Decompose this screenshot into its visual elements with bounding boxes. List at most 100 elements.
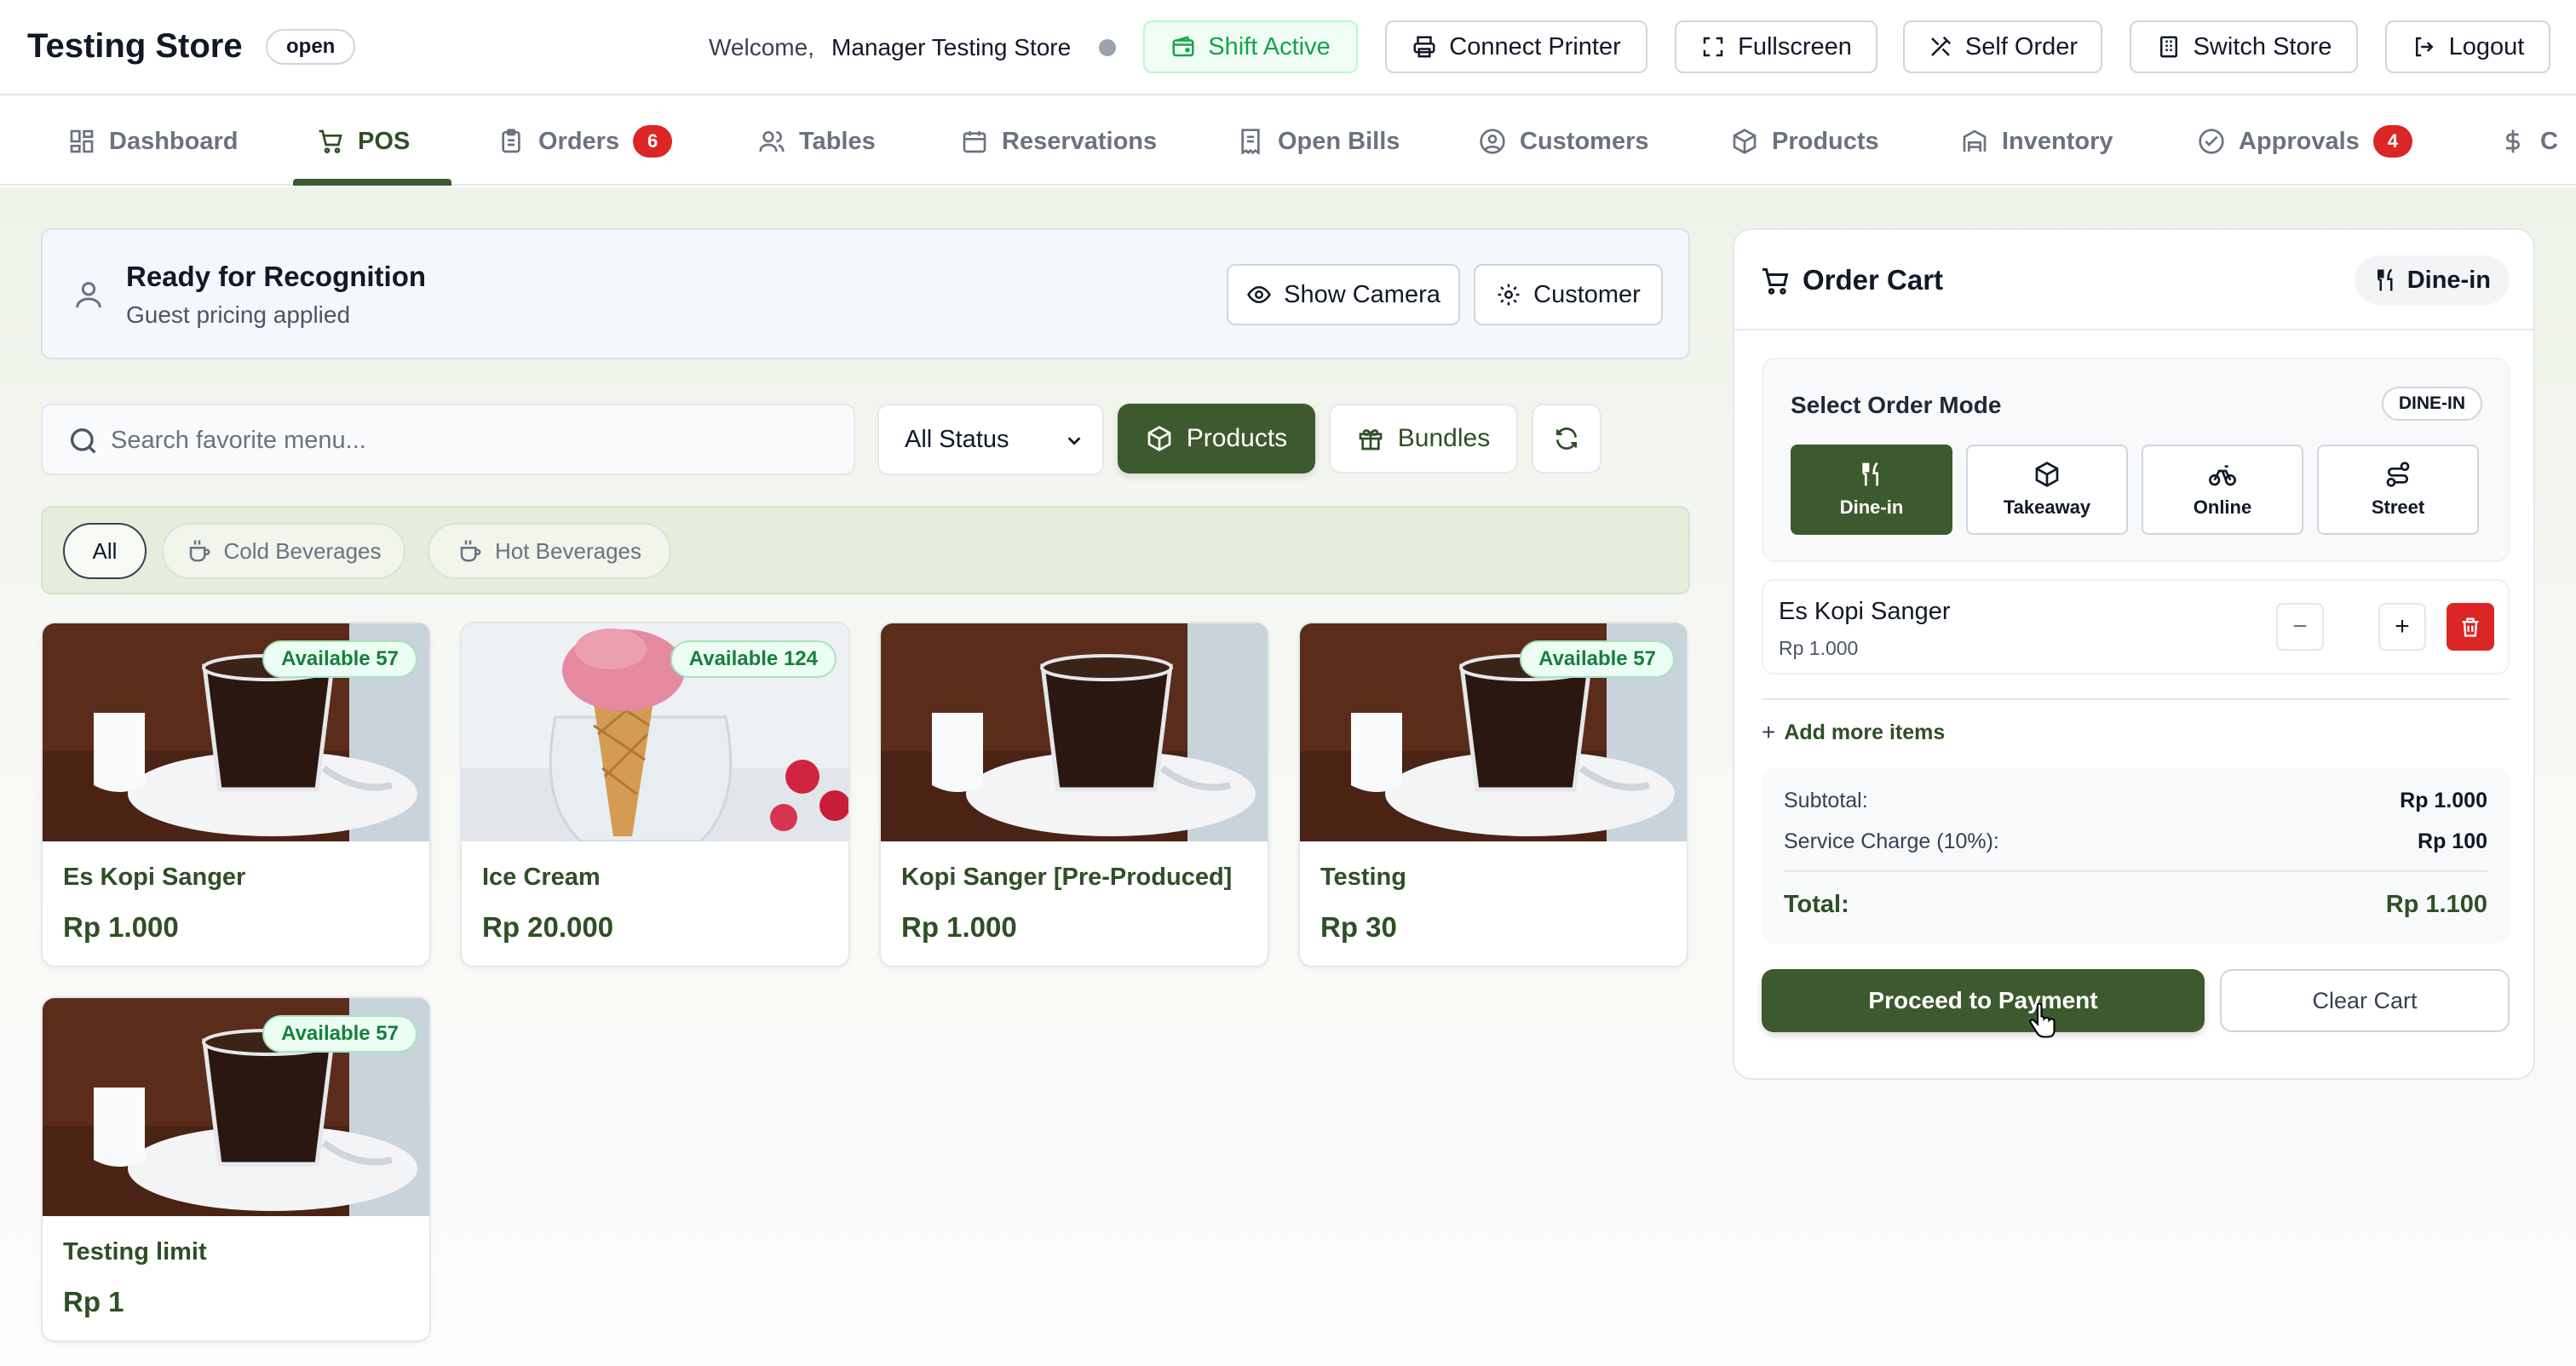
increase-quantity-button[interactable]: + bbox=[2378, 603, 2426, 651]
connect-printer-label: Connect Printer bbox=[1449, 32, 1621, 60]
welcome-text: Welcome, bbox=[709, 34, 814, 60]
add-more-items-link[interactable]: + Add more items bbox=[1762, 719, 1945, 746]
category-cold-label: Cold Beverages bbox=[223, 537, 382, 564]
eye-icon bbox=[1247, 285, 1272, 304]
availability-badge: Available 57 bbox=[1520, 640, 1675, 678]
total-label: Total: bbox=[1784, 891, 1849, 918]
category-all[interactable]: All bbox=[63, 523, 147, 579]
connect-printer-button[interactable]: Connect Printer bbox=[1385, 20, 1647, 73]
product-name: Ice Cream bbox=[482, 864, 601, 891]
order-mode-badge: DINE-IN bbox=[2381, 387, 2482, 421]
check-circle-icon bbox=[2199, 129, 2224, 154]
shift-active-button[interactable]: Shift Active bbox=[1143, 20, 1358, 73]
store-title: Testing Store bbox=[27, 27, 243, 65]
category-hot-beverages[interactable]: Hot Beverages bbox=[428, 523, 671, 579]
mode-street-button[interactable]: Street bbox=[2317, 445, 2479, 535]
decrease-quantity-button[interactable]: − bbox=[2276, 603, 2324, 651]
tab-tables-label: Tables bbox=[799, 127, 876, 155]
tab-inventory[interactable]: Inventory bbox=[1961, 97, 2113, 186]
tab-inventory-label: Inventory bbox=[2002, 127, 2113, 155]
category-cold-beverages[interactable]: Cold Beverages bbox=[162, 523, 405, 579]
mode-dine-in-button[interactable]: Dine-in bbox=[1791, 445, 1952, 535]
status-filter-select[interactable]: All Status bbox=[877, 404, 1104, 475]
tab-pos[interactable]: POS bbox=[317, 97, 410, 186]
switch-store-label: Switch Store bbox=[2193, 32, 2332, 60]
online-status-dot bbox=[1099, 39, 1116, 56]
tab-truncated[interactable]: C bbox=[2499, 97, 2558, 186]
clear-cart-button[interactable]: Clear Cart bbox=[2220, 969, 2510, 1032]
product-card[interactable]: Available 57 Testing limit Rp 1 bbox=[41, 996, 431, 1342]
tab-approvals-label: Approvals bbox=[2239, 127, 2360, 155]
utensils-crossed-icon bbox=[1931, 36, 1952, 56]
tab-products[interactable]: Products bbox=[1731, 97, 1879, 186]
tab-tables[interactable]: Tables bbox=[758, 97, 876, 186]
mode-online-label: Online bbox=[2193, 496, 2252, 518]
refresh-icon bbox=[1556, 428, 1577, 450]
self-order-button[interactable]: Self Order bbox=[1903, 20, 2102, 73]
chevron-down-icon bbox=[1067, 437, 1081, 445]
customer-button[interactable]: Customer bbox=[1474, 264, 1663, 325]
mode-online-button[interactable]: Online bbox=[2142, 445, 2303, 535]
total-row: Total: Rp 1.100 bbox=[1784, 891, 2487, 919]
proceed-to-payment-button[interactable]: Proceed to Payment bbox=[1762, 969, 2205, 1032]
mode-takeaway-button[interactable]: Takeaway bbox=[1966, 445, 2128, 535]
active-tab-indicator bbox=[293, 179, 451, 186]
mode-dine-in-label: Dine-in bbox=[1839, 496, 1904, 518]
store-status-badge: open bbox=[266, 29, 356, 65]
cart-item-name: Es Kopi Sanger bbox=[1779, 598, 1951, 625]
tab-approvals[interactable]: Approvals 4 bbox=[2198, 97, 2412, 186]
tab-reservations-label: Reservations bbox=[1002, 127, 1158, 155]
show-camera-button[interactable]: Show Camera bbox=[1227, 264, 1460, 325]
bundles-toggle-button[interactable]: Bundles bbox=[1329, 404, 1518, 474]
availability-badge: Available 124 bbox=[670, 640, 837, 678]
product-card[interactable]: Available 57 Es Kopi Sanger Rp 1.000 bbox=[41, 622, 431, 967]
refresh-button[interactable] bbox=[1532, 404, 1601, 474]
fullscreen-button[interactable]: Fullscreen bbox=[1675, 20, 1877, 73]
subtotal-label: Subtotal: bbox=[1784, 789, 1868, 812]
recognition-title: Ready for Recognition bbox=[126, 261, 427, 292]
tab-orders[interactable]: Orders 6 bbox=[497, 97, 673, 186]
gear-icon bbox=[1498, 284, 1520, 306]
tab-orders-label: Orders bbox=[538, 127, 620, 155]
cart-mode-tag-label: Dine-in bbox=[2406, 266, 2491, 294]
search-box bbox=[41, 404, 855, 475]
receipt-icon bbox=[1241, 129, 1260, 155]
product-card[interactable]: Available 124 Ice Cream Rp 20.000 bbox=[460, 622, 850, 967]
product-card[interactable]: Available 57 Testing Rp 30 bbox=[1298, 622, 1688, 967]
tab-customers[interactable]: Customers bbox=[1479, 97, 1649, 186]
search-input[interactable] bbox=[111, 417, 835, 463]
recognition-subtitle: Guest pricing applied bbox=[126, 301, 351, 328]
service-charge-value: Rp 100 bbox=[2418, 829, 2487, 853]
product-name: Testing limit bbox=[63, 1238, 207, 1266]
products-toggle-button[interactable]: Products bbox=[1118, 404, 1315, 474]
subtotal-row: Subtotal: Rp 1.000 bbox=[1784, 789, 2487, 813]
cart-title: Order Cart bbox=[1803, 264, 1944, 296]
user-icon bbox=[76, 282, 101, 308]
tab-reservations[interactable]: Reservations bbox=[961, 97, 1157, 186]
pointer-cursor-icon bbox=[2028, 1003, 2056, 1038]
gift-icon bbox=[1359, 429, 1383, 451]
logout-label: Logout bbox=[2448, 32, 2525, 60]
product-name: Es Kopi Sanger bbox=[63, 864, 246, 891]
dashboard-icon bbox=[70, 129, 94, 153]
tab-pos-label: POS bbox=[358, 127, 411, 155]
cart-summary: Subtotal: Rp 1.000 Service Charge (10%):… bbox=[1762, 768, 2510, 944]
building-icon bbox=[2159, 36, 2177, 58]
add-more-items-label: Add more items bbox=[1784, 720, 1946, 744]
tab-open-bills-label: Open Bills bbox=[1278, 127, 1400, 155]
product-price: Rp 1.000 bbox=[901, 911, 1017, 943]
switch-store-button[interactable]: Switch Store bbox=[2130, 20, 2358, 73]
availability-badge: Available 57 bbox=[262, 640, 417, 678]
main-nav: Dashboard POS Orders 6 Tables Reservatio… bbox=[0, 97, 2576, 186]
package-icon bbox=[1147, 426, 1171, 451]
manager-name: Manager Testing Store bbox=[831, 34, 1072, 60]
tab-products-label: Products bbox=[1772, 127, 1879, 155]
tab-dashboard[interactable]: Dashboard bbox=[68, 97, 238, 186]
remove-item-button[interactable] bbox=[2447, 603, 2494, 651]
tab-open-bills[interactable]: Open Bills bbox=[1237, 97, 1400, 186]
package-icon bbox=[1733, 129, 1757, 154]
total-value: Rp 1.100 bbox=[2385, 891, 2487, 918]
subtotal-value: Rp 1.000 bbox=[2400, 789, 2487, 812]
product-card[interactable]: Kopi Sanger [Pre-Produced] Rp 1.000 bbox=[879, 622, 1269, 967]
logout-button[interactable]: Logout bbox=[2385, 20, 2550, 73]
